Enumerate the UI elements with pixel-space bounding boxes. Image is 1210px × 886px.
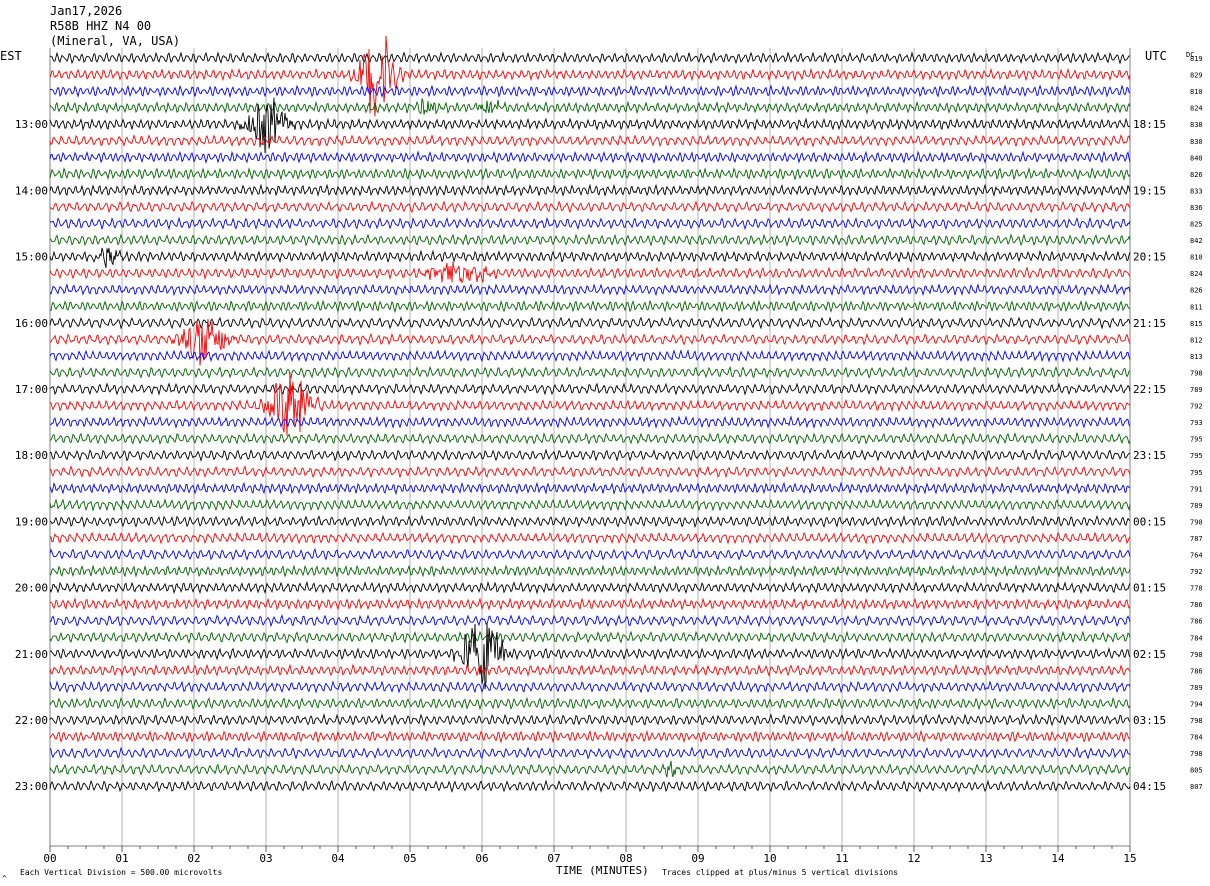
utc-hour-label: 04:15 — [1133, 780, 1166, 793]
dc-value: 792 — [1190, 403, 1203, 411]
utc-hour-label: 01:15 — [1133, 582, 1166, 595]
x-tick-label: 09 — [691, 852, 704, 865]
dc-value: 795 — [1190, 436, 1203, 444]
utc-hour-label: 00:15 — [1133, 515, 1166, 528]
dc-value: 830 — [1190, 138, 1203, 146]
x-tick-label: 15 — [1123, 852, 1136, 865]
dc-value: 824 — [1190, 105, 1203, 113]
dc-value: 790 — [1190, 518, 1203, 526]
dc-value: 795 — [1190, 469, 1203, 477]
x-tick-label: 14 — [1051, 852, 1065, 865]
corner-mark: ^ — [2, 874, 7, 883]
utc-hour-label: 19:15 — [1133, 184, 1166, 197]
utc-hour-label: 18:15 — [1133, 118, 1166, 131]
dc-value: 789 — [1190, 684, 1203, 692]
scale-note: Each Vertical Division = 500.00 microvol… — [20, 868, 222, 877]
x-tick-label: 06 — [475, 852, 488, 865]
est-hour-label: 20:00 — [15, 582, 48, 595]
dc-value: 833 — [1190, 187, 1203, 195]
dc-value: 784 — [1190, 734, 1203, 742]
dc-value: 798 — [1190, 651, 1203, 659]
dc-value: 825 — [1190, 221, 1203, 229]
x-tick-label: 05 — [403, 852, 416, 865]
est-hour-label: 16:00 — [15, 317, 48, 330]
right-axis-label: UTC — [1145, 49, 1167, 63]
est-hour-label: 21:00 — [15, 648, 48, 661]
dc-value: 798 — [1190, 717, 1203, 725]
dc-value: 826 — [1190, 171, 1203, 179]
utc-hour-label: 21:15 — [1133, 317, 1166, 330]
dc-value: 794 — [1190, 700, 1203, 708]
dc-value: 787 — [1190, 535, 1203, 543]
dc-value: 838 — [1190, 121, 1203, 129]
dc-value: 829 — [1190, 72, 1203, 80]
utc-hour-label: 02:15 — [1133, 648, 1166, 661]
utc-hour-label: 03:15 — [1133, 714, 1166, 727]
dc-value: 810 — [1190, 254, 1203, 262]
est-hour-label: 19:00 — [15, 515, 48, 528]
dc-value: 791 — [1190, 485, 1203, 493]
dc-value: 824 — [1190, 270, 1203, 278]
dc-value: 789 — [1190, 502, 1203, 510]
x-axis-title: TIME (MINUTES) — [556, 864, 649, 877]
helicorder-chart: Jan17,2026 R58B HHZ N4 00 (Mineral, VA, … — [0, 0, 1210, 886]
x-tick-label: 04 — [331, 852, 345, 865]
x-tick-label: 01 — [115, 852, 128, 865]
dc-value: 778 — [1190, 585, 1203, 593]
dc-value: 798 — [1190, 369, 1203, 377]
dc-value: 786 — [1190, 601, 1203, 609]
header-station: R58B HHZ N4 00 — [50, 19, 151, 33]
x-tick-label: 11 — [835, 852, 848, 865]
dc-value: 813 — [1190, 353, 1203, 361]
dc-value: 786 — [1190, 667, 1203, 675]
dc-value: 793 — [1190, 419, 1203, 427]
dc-value: 764 — [1190, 552, 1203, 560]
est-hour-label: 17:00 — [15, 383, 48, 396]
utc-hour-label: 23:15 — [1133, 449, 1166, 462]
est-hour-label: 14:00 — [15, 184, 48, 197]
dc-value: 840 — [1190, 154, 1203, 162]
x-tick-label: 03 — [259, 852, 272, 865]
est-hour-label: 18:00 — [15, 449, 48, 462]
est-hour-label: 15:00 — [15, 251, 48, 264]
dc-value: 798 — [1190, 750, 1203, 758]
header-location: (Mineral, VA, USA) — [50, 34, 180, 48]
utc-hour-label: 22:15 — [1133, 383, 1166, 396]
dc-value: 795 — [1190, 452, 1203, 460]
clip-note: Traces clipped at plus/minus 5 vertical … — [662, 868, 898, 877]
dc-value: 810 — [1190, 88, 1203, 96]
x-tick-label: 10 — [763, 852, 776, 865]
dc-value: 789 — [1190, 386, 1203, 394]
utc-hour-label: 20:15 — [1133, 251, 1166, 264]
x-tick-label: 00 — [43, 852, 56, 865]
left-axis-label: EST — [0, 49, 22, 63]
dc-value: 826 — [1190, 287, 1203, 295]
dc-value: 842 — [1190, 237, 1203, 245]
dc-value: 792 — [1190, 568, 1203, 576]
dc-value: 784 — [1190, 634, 1203, 642]
dc-value: 811 — [1190, 303, 1203, 311]
est-hour-label: 23:00 — [15, 780, 48, 793]
dc-value: 807 — [1190, 783, 1203, 791]
dc-value: 786 — [1190, 618, 1203, 626]
x-tick-label: 12 — [907, 852, 920, 865]
dc-value: 805 — [1190, 767, 1203, 775]
est-hour-label: 13:00 — [15, 118, 48, 131]
x-tick-label: 13 — [979, 852, 992, 865]
x-tick-label: 02 — [187, 852, 200, 865]
header-date: Jan17,2026 — [50, 4, 122, 18]
dc-value: 812 — [1190, 336, 1203, 344]
dc-value: 815 — [1190, 320, 1203, 328]
dc-value: 836 — [1190, 204, 1203, 212]
est-hour-label: 22:00 — [15, 714, 48, 727]
dc-value: 819 — [1190, 55, 1203, 63]
